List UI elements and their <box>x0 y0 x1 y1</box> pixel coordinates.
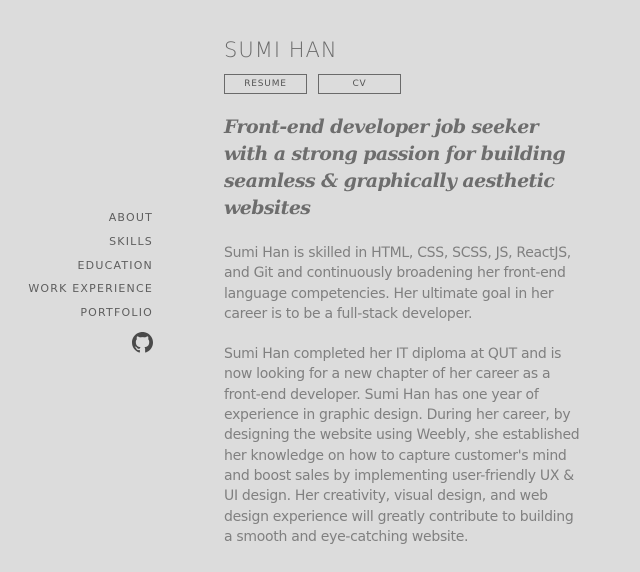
nav-link-skills[interactable]: SKILLS <box>0 230 153 254</box>
nav-link-portfolio[interactable]: PORTFOLIO <box>0 301 153 325</box>
tagline: Front-end developer job seeker with a st… <box>224 116 566 219</box>
nav-link-work-experience[interactable]: WORK EXPERIENCE <box>0 277 153 301</box>
github-icon[interactable] <box>132 331 153 353</box>
github-icon-graphic <box>132 331 153 353</box>
cv-button[interactable]: CV <box>318 74 401 94</box>
nav-link-education[interactable]: EDUCATION <box>0 254 153 278</box>
main-content: SUMI HAN RESUME CV Front-end developer j… <box>224 36 584 547</box>
page-title: SUMI HAN <box>224 38 338 62</box>
resume-button[interactable]: RESUME <box>224 74 307 94</box>
about-paragraph-2: Sumi Han completed her IT diploma at QUT… <box>224 346 580 545</box>
nav-link-about[interactable]: ABOUT <box>0 206 153 230</box>
side-nav: ABOUT SKILLS EDUCATION WORK EXPERIENCE P… <box>0 206 153 358</box>
button-row: RESUME CV <box>224 74 584 94</box>
about-paragraph-1: Sumi Han is skilled in HTML, CSS, SCSS, … <box>224 245 571 322</box>
